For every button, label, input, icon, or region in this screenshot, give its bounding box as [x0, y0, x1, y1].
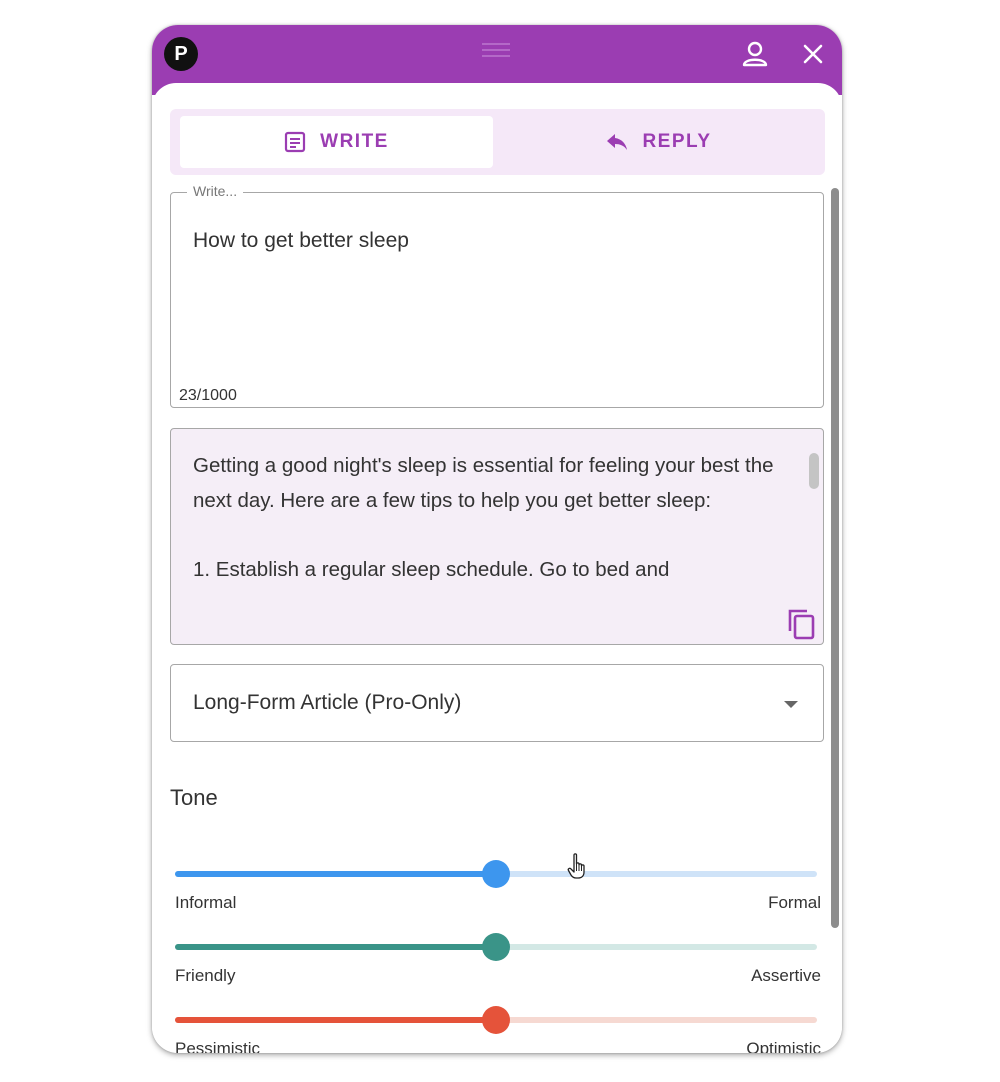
slider-left-label: Informal: [175, 893, 237, 912]
tab-reply-label: REPLY: [642, 131, 712, 152]
close-button[interactable]: [798, 39, 828, 69]
output-scrollbar[interactable]: [809, 453, 819, 489]
copy-icon: [788, 609, 815, 640]
close-icon: [803, 44, 823, 64]
write-textarea[interactable]: Write... How to get better sleep 23/1000: [170, 183, 824, 408]
slider-fill: [175, 871, 496, 877]
format-select-value: Long-Form Article (Pro-Only): [193, 691, 462, 714]
user-icon: [742, 41, 768, 67]
hand-pointer-icon: [567, 853, 585, 879]
write-field-value[interactable]: How to get better sleep: [193, 229, 409, 253]
slider-thumb[interactable]: [482, 933, 510, 961]
slider-thumb[interactable]: [482, 1006, 510, 1034]
tone-slider-optimism[interactable]: Pessimistic Optimistic: [175, 1006, 821, 1053]
tab-write-label: WRITE: [320, 131, 389, 152]
write-field-label: Write...: [187, 183, 244, 199]
mode-tabs: WRITE REPLY: [170, 109, 825, 175]
slider-left-label: Friendly: [175, 966, 236, 985]
panel-scrollbar[interactable]: [830, 188, 840, 928]
tone-slider-assertiveness[interactable]: Friendly Assertive: [175, 933, 821, 985]
drag-handle-icon[interactable]: [482, 43, 510, 63]
main-content: WRITE REPLY Write... How to get better s…: [152, 83, 842, 1053]
tab-reply[interactable]: REPLY: [500, 116, 818, 168]
slider-fill: [175, 1017, 496, 1023]
format-select[interactable]: Long-Form Article (Pro-Only): [170, 664, 824, 742]
generated-output[interactable]: Getting a good night's sleep is essentia…: [170, 428, 824, 645]
chevron-down-icon: [784, 701, 798, 708]
tone-slider-formality[interactable]: Informal Formal: [175, 860, 821, 912]
slider-right-label: Formal: [768, 893, 821, 912]
tab-write[interactable]: WRITE: [180, 116, 493, 168]
generated-text: Getting a good night's sleep is essentia…: [193, 454, 774, 581]
account-button[interactable]: [740, 39, 770, 69]
tone-heading: Tone: [170, 785, 218, 810]
slider-thumb[interactable]: [482, 860, 510, 888]
reply-arrow-icon: [607, 134, 628, 150]
logo-icon: P: [164, 37, 198, 71]
character-counter: 23/1000: [179, 387, 237, 404]
slider-fill: [175, 944, 496, 950]
slider-right-label: Assertive: [751, 966, 821, 985]
extension-panel: P WRITE REPLY Write... How to get better…: [152, 25, 842, 1053]
slider-right-label: Optimistic: [746, 1039, 821, 1053]
copy-button[interactable]: [785, 607, 819, 641]
slider-left-label: Pessimistic: [175, 1039, 261, 1053]
note-icon: [285, 131, 306, 153]
panel-scrollbar-thumb[interactable]: [831, 188, 839, 928]
